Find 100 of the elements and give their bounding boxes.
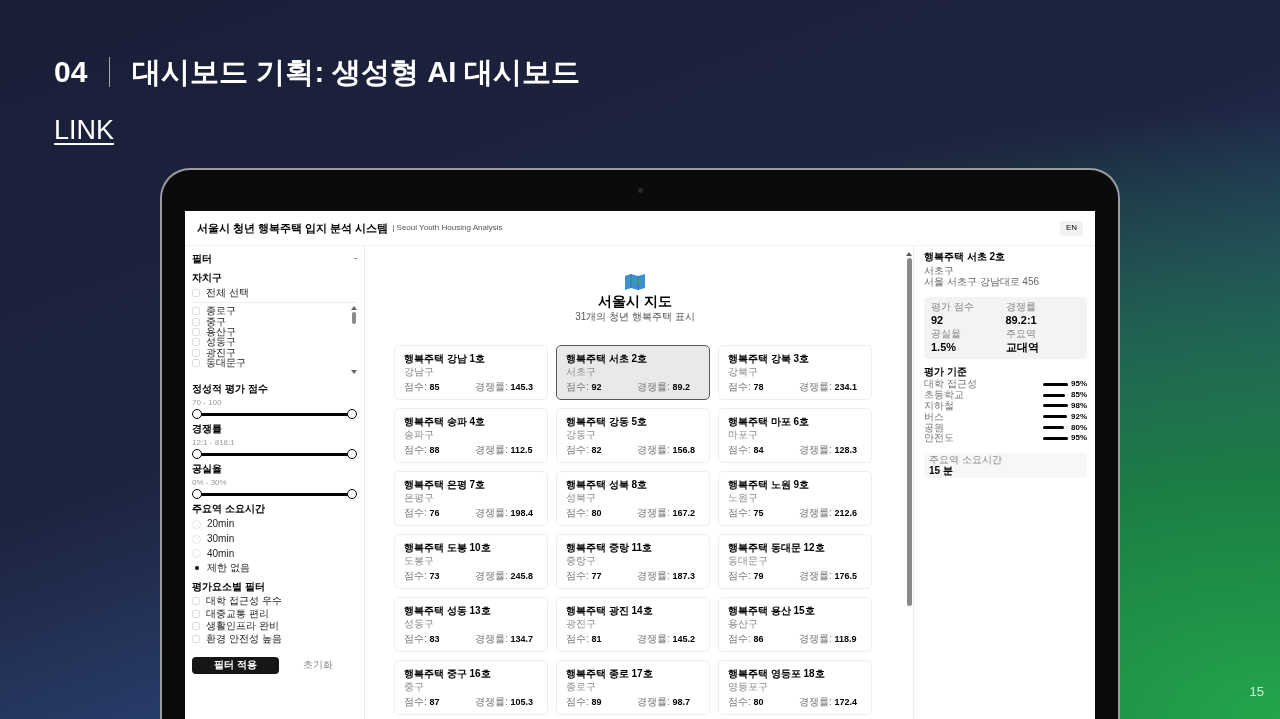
housing-card[interactable]: 행복주택 성동 13호 성동구 점수: 83 경쟁률: 134.7 [394, 597, 548, 652]
housing-card[interactable]: 행복주택 서초 2호 서초구 점수: 92 경쟁률: 89.2 [556, 345, 710, 400]
checkbox-label[interactable]: 종로구 [206, 306, 236, 317]
card-title: 행복주택 중랑 11호 [566, 543, 654, 555]
link[interactable]: LINK [54, 116, 115, 144]
checkbox[interactable] [192, 317, 200, 326]
list-scrollbar[interactable] [351, 305, 357, 375]
checkbox-label[interactable]: 생활인프라 완비 [206, 621, 279, 632]
checkbox[interactable] [192, 597, 200, 606]
range-text: 12:1 - 818:1 [192, 439, 235, 447]
stat-value: 92 [931, 315, 945, 326]
checkbox-label[interactable]: 광진구 [206, 347, 236, 358]
card-score: 점수: 87 [404, 697, 441, 707]
checkbox[interactable] [192, 359, 200, 368]
radio-label[interactable]: 제한 없음 [207, 563, 250, 574]
score-bar [1043, 426, 1069, 430]
checkbox-label[interactable]: 대학 접근성 우수 [206, 596, 282, 607]
collapse-button[interactable]: - [353, 253, 357, 263]
page-number: 15 [1249, 682, 1264, 701]
slide-title: 대시보드 기획: 생성형 AI 대시보드 [132, 57, 581, 87]
score-bar [1043, 404, 1069, 408]
housing-card[interactable]: 행복주택 중랑 11호 중랑구 점수: 77 경쟁률: 187.3 [556, 534, 710, 589]
language-button[interactable]: EN [1059, 220, 1083, 236]
radio-label[interactable]: 30min [207, 534, 235, 545]
card-score: 점수: 92 [566, 382, 603, 392]
housing-card[interactable]: 행복주택 강동 5호 강동구 점수: 82 경쟁률: 156.8 [556, 408, 710, 463]
housing-card[interactable]: 행복주택 동대문 12호 동대문구 점수: 79 경쟁률: 176.5 [718, 534, 872, 589]
checkbox[interactable] [192, 348, 200, 357]
housing-card[interactable]: 행복주택 송파 4호 송파구 점수: 88 경쟁률: 112.5 [394, 408, 548, 463]
scroll-up-icon[interactable] [906, 252, 912, 256]
card-competition: 경쟁률: 134.7 [475, 634, 534, 644]
range-slider[interactable] [192, 489, 357, 499]
card-title: 행복주택 중구 16호 [404, 669, 492, 681]
checkbox-label[interactable]: 성동구 [206, 337, 236, 348]
criteria-label: 대학 접근성 [924, 379, 978, 390]
stat-value: 1.5% [931, 341, 958, 353]
housing-card[interactable]: 행복주택 영등포 18호 영등포구 점수: 80 경쟁률: 172.4 [718, 660, 872, 715]
housing-card[interactable]: 행복주택 도봉 10호 도봉구 점수: 73 경쟁률: 245.8 [394, 534, 548, 589]
housing-card[interactable]: 행복주택 마포 6호 마포구 점수: 84 경쟁률: 128.3 [718, 408, 872, 463]
checkbox[interactable] [192, 307, 200, 316]
scroll-up-icon[interactable] [351, 306, 357, 310]
radio-label[interactable]: 40min [207, 548, 235, 559]
checkbox[interactable] [192, 609, 200, 618]
checkbox-label[interactable]: 환경 안전성 높음 [206, 634, 282, 645]
scrollbar-thumb[interactable] [352, 312, 356, 324]
housing-card[interactable]: 행복주택 종로 17호 종로구 점수: 89 경쟁률: 98.7 [556, 660, 710, 715]
range-slider[interactable] [192, 449, 357, 459]
card-district: 중구 [404, 682, 425, 694]
checkbox-label[interactable]: 용산구 [206, 326, 236, 337]
card-district: 영등포구 [728, 682, 769, 694]
housing-card[interactable]: 행복주택 중구 16호 중구 점수: 87 경쟁률: 105.3 [394, 660, 548, 715]
app-title: 서울시 청년 행복주택 입지 분석 시스템 [197, 220, 389, 236]
checkbox[interactable] [192, 635, 200, 644]
housing-card[interactable]: 행복주택 은평 7호 은평구 점수: 76 경쟁률: 198.4 [394, 471, 548, 526]
apply-filter-button[interactable]: 필터 적용 [192, 656, 279, 674]
checkbox-label[interactable]: 중구 [206, 316, 226, 327]
checkbox[interactable] [192, 289, 200, 297]
detail-title: 행복주택 서초 2호 [924, 252, 1007, 264]
card-district: 중랑구 [566, 556, 597, 568]
housing-card[interactable]: 행복주택 광진 14호 광진구 점수: 81 경쟁률: 145.2 [556, 597, 710, 652]
housing-card[interactable]: 행복주택 노원 9호 노원구 점수: 75 경쟁률: 212.6 [718, 471, 872, 526]
stat-label: 경쟁률 [1005, 302, 1037, 313]
housing-card[interactable]: 행복주택 성북 8호 성북구 점수: 80 경쟁률: 167.2 [556, 471, 710, 526]
checkbox[interactable] [192, 327, 200, 336]
card-title: 행복주택 강동 5호 [566, 417, 649, 429]
radio-label[interactable]: 20min [207, 519, 235, 530]
card-competition: 경쟁률: 167.2 [637, 508, 696, 518]
card-competition: 경쟁률: 198.4 [475, 508, 534, 518]
section-label: 주요역 소요시간 [192, 504, 265, 514]
card-competition: 경쟁률: 145.3 [475, 382, 534, 392]
camera-icon [637, 188, 643, 193]
section-label: 평가요소별 필터 [192, 581, 265, 592]
range-slider[interactable] [192, 409, 357, 419]
checkbox-label[interactable]: 동대문구 [206, 358, 246, 369]
housing-card[interactable]: 행복주택 용산 15호 용산구 점수: 86 경쟁률: 118.9 [718, 597, 872, 652]
stat-value: 교대역 [1005, 341, 1040, 353]
reset-button[interactable]: 초기화 [279, 660, 357, 670]
card-title: 행복주택 성북 8호 [566, 480, 649, 492]
card-district: 강동구 [566, 430, 597, 442]
checkbox[interactable] [192, 338, 200, 347]
range-text: 0% - 30% [192, 479, 227, 487]
checkbox[interactable] [192, 622, 200, 631]
criteria-value: 80% [1070, 423, 1087, 432]
checkbox-label[interactable]: 전체 선택 [206, 288, 249, 298]
checkbox-label[interactable]: 대중교통 편리 [206, 608, 269, 619]
app-subtitle: | Seoul Youth Housing Analysis [392, 222, 503, 234]
card-competition: 경쟁률: 112.5 [475, 445, 533, 455]
criteria-label: 안전도 [924, 433, 955, 444]
housing-card[interactable]: 행복주택 강남 1호 강남구 점수: 85 경쟁률: 145.3 [394, 345, 548, 400]
card-score: 점수: 84 [728, 445, 765, 455]
card-competition: 경쟁률: 172.4 [799, 697, 858, 707]
card-competition: 경쟁률: 234.1 [799, 382, 858, 392]
card-district: 성북구 [566, 493, 597, 505]
scroll-down-icon[interactable] [351, 370, 357, 374]
detail-address: 서울 서초구 강남대로 456 [924, 277, 1041, 288]
section-label: 자치구 [192, 273, 222, 283]
housing-card[interactable]: 행복주택 강북 3호 강북구 점수: 78 경쟁률: 234.1 [718, 345, 872, 400]
scrollbar-thumb[interactable] [906, 258, 912, 606]
card-title: 행복주택 강북 3호 [728, 354, 811, 366]
score-bar [1043, 382, 1069, 386]
